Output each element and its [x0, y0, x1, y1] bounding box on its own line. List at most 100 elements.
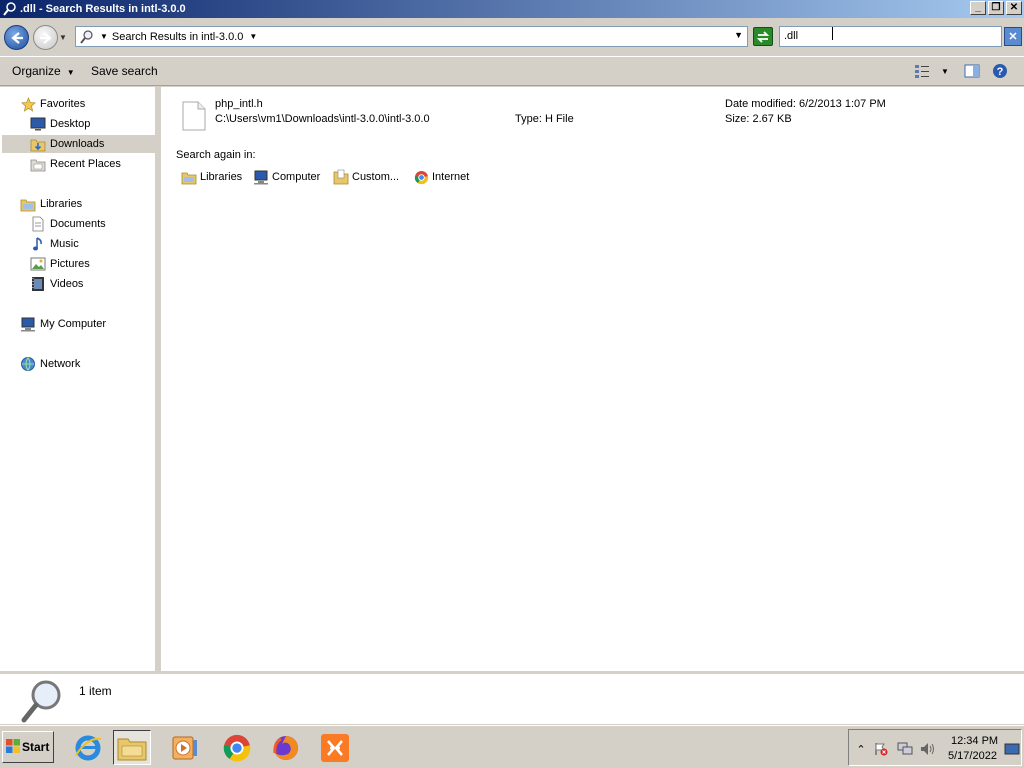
- organize-menu-button[interactable]: Organize ▼: [12, 64, 75, 78]
- star-icon: [20, 96, 36, 112]
- start-button[interactable]: Start: [2, 731, 54, 763]
- nav-network[interactable]: Network: [20, 355, 80, 373]
- result-file-type: Type: H File: [515, 113, 574, 125]
- taskbar-firefox[interactable]: [267, 730, 305, 765]
- item-count: 1 item: [79, 684, 112, 698]
- nav-pictures[interactable]: Pictures: [30, 255, 90, 273]
- start-label: Start: [22, 740, 50, 754]
- desktop-icon: [30, 116, 46, 132]
- videos-icon: [30, 276, 46, 292]
- computer-icon: [253, 169, 269, 185]
- chrome-icon: [223, 734, 251, 761]
- nav-my-computer[interactable]: My Computer: [20, 315, 106, 333]
- nav-favorites[interactable]: Favorites: [20, 95, 85, 113]
- nav-desktop-label: Desktop: [50, 118, 91, 130]
- music-icon: [30, 236, 46, 252]
- address-history-dropdown[interactable]: ▼: [734, 30, 743, 40]
- taskbar: Start ⌃ 12:34 PM 5/17/2022: [0, 725, 1024, 768]
- svg-text:?: ?: [997, 66, 1004, 78]
- search-results-pane: php_intl.h C:\Users\vm1\Downloads\intl-3…: [161, 87, 1024, 671]
- search-again-internet[interactable]: Internet: [413, 169, 469, 185]
- nav-music[interactable]: Music: [30, 235, 79, 253]
- views-dropdown-icon[interactable]: ▼: [941, 67, 957, 83]
- clock-time[interactable]: 12:34 PM: [951, 735, 998, 747]
- window-title: .dll - Search Results in intl-3.0.0: [20, 3, 186, 15]
- libraries-icon: [181, 169, 197, 185]
- nav-documents-label: Documents: [50, 218, 106, 230]
- clock-date[interactable]: 5/17/2022: [948, 750, 997, 762]
- preview-pane-button[interactable]: [964, 63, 980, 79]
- breadcrumb-separator-icon[interactable]: ▼: [100, 32, 108, 41]
- nav-libraries[interactable]: Libraries: [20, 195, 82, 213]
- breadcrumb[interactable]: Search Results in intl-3.0.0: [112, 31, 243, 43]
- save-search-button[interactable]: Save search: [91, 64, 158, 78]
- show-desktop-icon[interactable]: [1004, 741, 1020, 757]
- network-status-icon[interactable]: [897, 741, 913, 757]
- result-date-modified: Date modified: 6/2/2013 1:07 PM: [725, 98, 886, 110]
- recent-pages-dropdown[interactable]: ▼: [59, 33, 67, 42]
- nav-downloads[interactable]: Downloads: [2, 135, 156, 153]
- search-input[interactable]: .dll: [779, 26, 1002, 47]
- pictures-icon: [30, 256, 46, 272]
- nav-music-label: Music: [50, 238, 79, 250]
- nav-recent-places[interactable]: Recent Places: [30, 155, 121, 173]
- firefox-icon: [273, 735, 298, 760]
- xampp-icon: [321, 733, 349, 762]
- help-button[interactable]: ?: [992, 63, 1008, 79]
- refresh-icon: [756, 30, 770, 43]
- chrome-icon: [413, 169, 429, 185]
- forward-button[interactable]: [33, 25, 58, 50]
- file-icon: [181, 101, 207, 131]
- nav-network-label: Network: [40, 358, 81, 370]
- nav-documents[interactable]: Documents: [30, 215, 106, 233]
- minimize-button[interactable]: _: [970, 1, 986, 15]
- nav-my-computer-label: My Computer: [40, 318, 107, 330]
- search-again-computer[interactable]: Computer: [253, 169, 320, 185]
- chevron-down-icon: ▼: [66, 68, 75, 77]
- result-file-name: php_intl.h: [215, 98, 263, 110]
- nav-pictures-label: Pictures: [50, 258, 90, 270]
- action-center-flag-icon[interactable]: [873, 741, 889, 757]
- views-button[interactable]: [914, 63, 930, 79]
- computer-icon: [20, 316, 36, 332]
- back-arrow-icon: [11, 32, 23, 44]
- internet-explorer-icon: [75, 735, 102, 760]
- search-again-libraries[interactable]: Libraries: [181, 169, 242, 185]
- view-list-icon: [915, 65, 929, 78]
- volume-icon[interactable]: [920, 741, 936, 757]
- address-bar[interactable]: ▼ Search Results in intl-3.0.0 ▼ ▼: [75, 26, 748, 47]
- search-folder-icon: [2, 1, 18, 17]
- result-file-path: C:\Users\vm1\Downloads\intl-3.0.0\intl-3…: [215, 113, 430, 125]
- nav-videos-label: Videos: [50, 278, 84, 290]
- address-row: ▼ ▼ Search Results in intl-3.0.0 ▼ ▼ .dl…: [0, 18, 1024, 56]
- search-again-custom[interactable]: Custom...: [333, 169, 399, 185]
- taskbar-chrome[interactable]: [218, 730, 256, 765]
- breadcrumb-dropdown-icon[interactable]: ▼: [249, 32, 257, 41]
- clear-search-button[interactable]: ✕: [1004, 27, 1022, 46]
- windows-logo-icon: [6, 738, 20, 756]
- downloads-folder-icon: [30, 136, 46, 152]
- navigation-pane: Favorites Desktop Downloads Recent Place…: [0, 87, 158, 671]
- search-again-label: Search again in:: [176, 149, 256, 161]
- nav-videos[interactable]: Videos: [30, 275, 83, 293]
- taskbar-windows-explorer[interactable]: [113, 730, 151, 765]
- details-pane: 1 item: [0, 671, 1024, 724]
- restore-button[interactable]: ❐: [988, 1, 1004, 15]
- text-cursor: [832, 27, 833, 40]
- help-icon: ?: [993, 64, 1007, 78]
- back-button[interactable]: [4, 25, 29, 50]
- search-again-libraries-label: Libraries: [200, 171, 243, 183]
- documents-icon: [30, 216, 46, 232]
- search-again-computer-label: Computer: [272, 171, 321, 183]
- title-bar: .dll - Search Results in intl-3.0.0 _ ❐ …: [0, 0, 1024, 18]
- close-button[interactable]: ✕: [1006, 1, 1022, 15]
- nav-favorites-label: Favorites: [40, 98, 86, 110]
- libraries-icon: [20, 196, 36, 212]
- show-hidden-icons-button[interactable]: ⌃: [853, 741, 869, 757]
- taskbar-internet-explorer[interactable]: [69, 730, 107, 765]
- taskbar-xampp[interactable]: [316, 730, 354, 765]
- refresh-button[interactable]: [753, 27, 773, 46]
- nav-desktop[interactable]: Desktop: [30, 115, 90, 133]
- search-magnifier-icon: [20, 678, 64, 724]
- taskbar-media-player[interactable]: [166, 730, 204, 765]
